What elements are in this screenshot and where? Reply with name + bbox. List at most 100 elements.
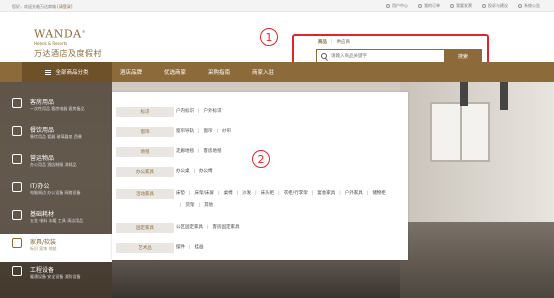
category-sidebar: 客房用品 一次性用品 客房电器 客房备品 餐饮用品 餐饮用品 瓷器 玻璃器皿 西… <box>0 82 112 298</box>
category-item[interactable]: 客房用品 一次性用品 客房电器 客房备品 <box>0 94 112 122</box>
category-title: 餐饮用品 <box>30 127 55 134</box>
feedback-label: 投诉与建议 <box>488 3 508 8</box>
subcategory-items: 床垫 床架/床屏 桌椅 沙发 床头柜 衣柜/行李架 宴会家具 户外家具 储物柜 … <box>176 190 400 208</box>
subcategory-items: 走廊地毯 客房地毯 <box>176 148 400 154</box>
subcategory-label[interactable]: 固定家具 <box>116 223 174 233</box>
subcategory-link[interactable]: 床架/床屏 <box>185 190 215 196</box>
main-nav: 全部商品分类 酒店品牌 优选商家 采购指南 商家入驻 <box>0 62 554 82</box>
room-supplies-icon <box>12 98 22 108</box>
subcategory-row: 艺术品 摆件 挂画 <box>116 240 404 258</box>
category-title: 基础耗材 <box>30 211 55 218</box>
brand-wordmark: WANDA <box>34 27 82 41</box>
category-subtitle: 暖通设备 安全设备 消防设备 <box>30 274 81 279</box>
announcement-link[interactable]: 系统公告 <box>518 3 540 9</box>
subcategory-label[interactable]: 艺术品 <box>116 243 174 253</box>
feedback-icon <box>482 4 486 8</box>
subcategory-label[interactable]: 地毯 <box>116 147 174 157</box>
nav-item-preferred-merchants[interactable]: 优选商家 <box>164 68 186 76</box>
subcategory-link[interactable]: 沙发 <box>233 190 251 196</box>
my-orders-label: 我的订单 <box>424 3 440 8</box>
search-tab-suppliers[interactable]: 供应商 <box>337 39 351 45</box>
subcategory-link[interactable]: 床头柜 <box>251 190 275 196</box>
subcategory-link[interactable]: 办公椅 <box>190 168 213 174</box>
invoice-link[interactable]: 我要发票 <box>450 3 472 9</box>
category-subtitle: 餐饮用品 瓷器 玻璃器皿 西餐 <box>30 134 82 139</box>
search-tabs: 商品 | 供应商 <box>318 39 350 45</box>
search-input[interactable] <box>331 51 441 61</box>
subcategory-label[interactable]: 办公家具 <box>116 167 174 177</box>
subcategory-link[interactable]: 桌椅 <box>214 190 233 196</box>
hero-lamp <box>500 82 508 110</box>
subcategory-label[interactable]: 活动家具 <box>116 189 174 199</box>
category-title: 工程设备 <box>30 267 55 274</box>
subcategory-link[interactable]: 公区固定家具 <box>176 224 203 230</box>
nav-items: 酒店品牌 优选商家 采购指南 商家入驻 <box>120 62 274 82</box>
subcategory-label[interactable]: 标识 <box>116 107 174 117</box>
subcategory-link[interactable]: 床垫 <box>176 190 185 196</box>
subcategory-link[interactable]: 客房地毯 <box>194 148 222 154</box>
login-link[interactable]: [请登录] <box>57 4 72 9</box>
subcategory-link[interactable]: 户外家具 <box>335 190 363 196</box>
search-tab-products[interactable]: 商品 <box>318 39 327 45</box>
subcategory-label[interactable]: 窗饰 <box>116 127 174 137</box>
subcategory-items: 办公桌 办公椅 <box>176 168 400 174</box>
category-subtitle: 标识 家饰 地毯 <box>30 246 57 251</box>
category-item[interactable]: 餐饮用品 餐饮用品 瓷器 玻璃器皿 西餐 <box>0 122 112 150</box>
annotation-marker-2: 2 <box>252 150 270 168</box>
my-orders-link[interactable]: 我的订单 <box>418 3 440 9</box>
category-item[interactable]: 营运物品 办公用品 酒店制服 消耗品 <box>0 150 112 178</box>
nav-item-merchant-join[interactable]: 商家入驻 <box>252 68 274 76</box>
nav-item-hotel-brands[interactable]: 酒店品牌 <box>120 68 142 76</box>
category-subtitle: 五金 电料 水暖 工具 清洁用品 <box>30 218 84 223</box>
invoice-label: 我要发票 <box>456 3 472 8</box>
brand-logo[interactable]: WANDA® Hotels & Resorts 万达酒店及度假村 <box>34 26 104 59</box>
subcategory-row: 窗饰 窗帘导轨 窗帘 纱帘 <box>116 124 404 142</box>
computer-icon <box>12 182 22 192</box>
category-subtitle: 办公用品 酒店制服 消耗品 <box>30 162 77 167</box>
subcategory-link[interactable]: 其他 <box>195 202 213 208</box>
subcategory-link[interactable]: 储物柜 <box>363 190 386 196</box>
subcategory-link[interactable]: 户内标识 <box>176 108 194 114</box>
announcement-icon <box>518 4 522 8</box>
user-center-link[interactable]: 用户中心 <box>386 3 408 9</box>
subcategory-link[interactable]: 窗帘导轨 <box>176 128 194 134</box>
subcategory-link[interactable]: 货架 <box>176 202 195 208</box>
subcategory-link[interactable]: 挂画 <box>185 244 204 250</box>
category-title: 家具/软装 <box>30 239 57 246</box>
welcome-text: 您好，欢迎光临万达商城 <box>12 4 56 9</box>
subcategory-link[interactable]: 衣柜/行李架 <box>274 190 308 196</box>
category-subtitle: 一次性用品 客房电器 客房备品 <box>30 106 85 111</box>
search-button[interactable]: 搜索 <box>444 49 482 63</box>
category-item[interactable]: 基础耗材 五金 电料 水暖 工具 清洁用品 <box>0 206 112 234</box>
welcome-message: 您好，欢迎光临万达商城 [请登录] <box>12 4 72 10</box>
hero-window <box>430 102 490 162</box>
category-title: 客房用品 <box>30 99 55 106</box>
top-utility-bar: 您好，欢迎光临万达商城 [请登录] 用户中心 我的订单 我要发票 投诉与建议 系… <box>0 0 554 12</box>
subcategory-row: 活动家具 床垫 床架/床屏 桌椅 沙发 床头柜 衣柜/行李架 宴会家具 户外家具… <box>116 186 404 214</box>
subcategory-link[interactable]: 宴会家具 <box>308 190 335 196</box>
furniture-icon <box>12 238 22 248</box>
subcategory-link[interactable]: 窗帘 <box>194 128 213 134</box>
order-icon <box>418 4 422 8</box>
category-item-active[interactable]: 家具/软装 标识 家饰 地毯 <box>0 234 112 262</box>
category-item[interactable]: IT/办公 电脑周边 办公设备 网络设备 <box>0 178 112 206</box>
subcategory-link[interactable]: 办公桌 <box>176 168 190 174</box>
user-center-label: 用户中心 <box>392 3 408 8</box>
materials-icon <box>12 210 22 220</box>
dining-icon <box>12 126 22 136</box>
subcategory-link[interactable]: 走廊地毯 <box>176 148 194 154</box>
user-icon <box>386 4 390 8</box>
subcategory-link[interactable]: 摆件 <box>176 244 185 250</box>
subcategory-row: 固定家具 公区固定家具 客房固定家具 <box>116 220 404 238</box>
nav-item-purchase-guide[interactable]: 采购指南 <box>208 68 230 76</box>
subcategory-link[interactable]: 户外标识 <box>194 108 222 114</box>
feedback-link[interactable]: 投诉与建议 <box>482 3 508 9</box>
subcategory-link[interactable]: 客房固定家具 <box>203 224 240 230</box>
category-subtitle: 电脑周边 办公设备 网络设备 <box>30 190 81 195</box>
subcategory-link[interactable]: 纱帘 <box>213 128 231 134</box>
category-item[interactable]: 工程设备 暖通设备 安全设备 消防设备 <box>0 262 112 290</box>
subcategory-items: 窗帘导轨 窗帘 纱帘 <box>176 128 400 134</box>
category-title: IT/办公 <box>30 183 50 190</box>
all-categories-button[interactable]: 全部商品分类 <box>22 62 112 82</box>
brand-tm: ® <box>81 29 87 34</box>
